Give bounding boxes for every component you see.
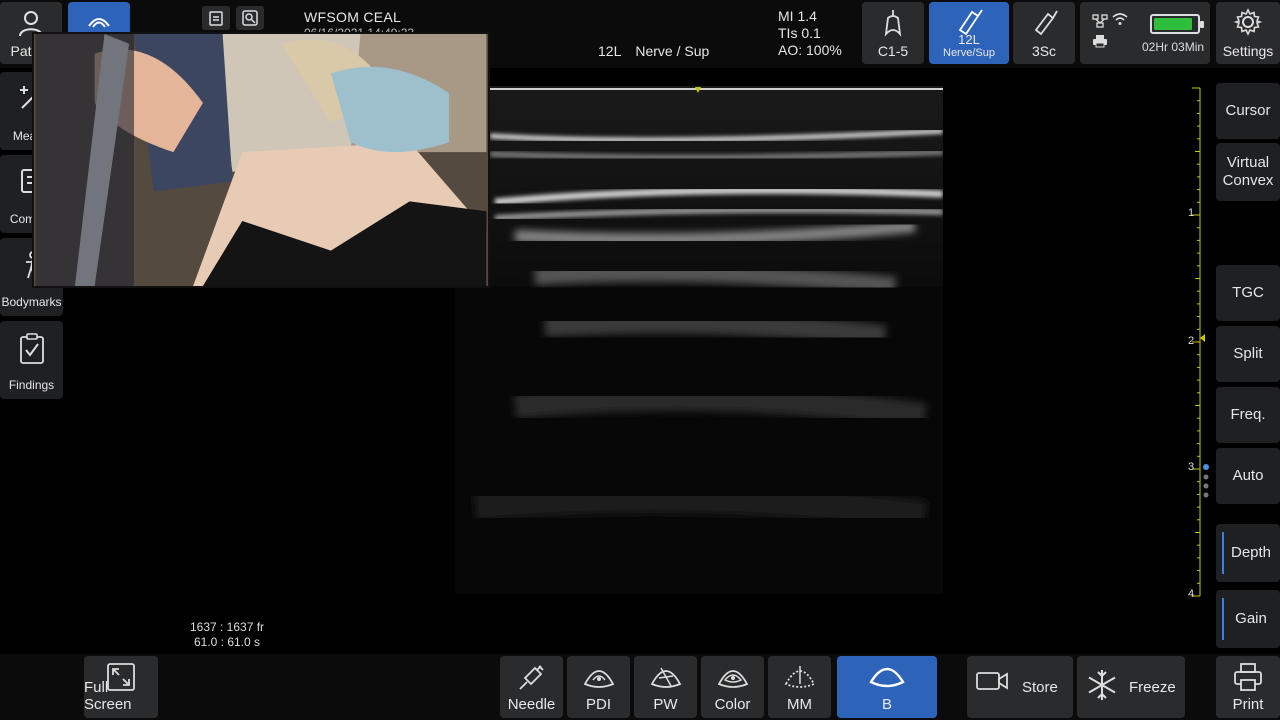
focus-marker[interactable] — [1200, 334, 1205, 342]
virtual-convex-label-2: Convex — [1222, 172, 1274, 189]
review-button[interactable] — [236, 6, 264, 30]
auto-label: Auto — [1232, 467, 1264, 484]
virtual-convex-button[interactable]: Virtual Convex — [1216, 143, 1280, 201]
linear-probe-icon — [958, 9, 983, 36]
sector-probe-icon — [1034, 10, 1058, 36]
store-label: Store — [1022, 678, 1058, 696]
findings-button[interactable]: Findings — [0, 321, 63, 399]
probe-button-12l[interactable]: 12L Nerve/Sup — [929, 2, 1009, 64]
gain-button[interactable]: Gain — [1216, 590, 1280, 648]
mode-b-button[interactable]: B — [837, 656, 937, 718]
settings-label: Settings — [1222, 43, 1274, 59]
freq-label: Freq. — [1230, 406, 1266, 423]
bottom-bar: Full Screen Needle PDI PW Color MM B Sto… — [0, 654, 1280, 720]
probe-preset-label: Nerve/Sup — [943, 47, 995, 59]
printer-icon — [1234, 663, 1262, 691]
freq-button[interactable]: Freq. — [1216, 387, 1280, 443]
color-doppler-icon — [717, 670, 748, 688]
mode-label: Needle — [507, 696, 556, 713]
gain-label: Gain — [1235, 610, 1267, 627]
camera-overlay — [32, 32, 490, 288]
pw-doppler-icon — [650, 667, 681, 688]
probe-label: 3Sc — [1031, 43, 1057, 59]
print-label: Print — [1232, 696, 1264, 713]
cursor-label: Cursor — [1225, 102, 1271, 119]
mode-label: B — [881, 696, 892, 713]
virtual-convex-label-1: Virtual — [1226, 154, 1270, 171]
mode-needle-button[interactable]: Needle — [500, 656, 563, 718]
m-mode-icon — [784, 666, 815, 688]
probe-label: C1-5 — [877, 43, 909, 59]
auto-button[interactable]: Auto — [1216, 448, 1280, 504]
ultrasound-image[interactable] — [455, 86, 943, 594]
clipboard-icon — [209, 11, 223, 26]
safety-indices: MI 1.4 TIs 0.1 AO: 100% — [778, 8, 842, 59]
mode-label: PDI — [585, 696, 611, 713]
settings-button[interactable]: Settings — [1216, 2, 1280, 64]
mode-pw-button[interactable]: PW — [634, 656, 697, 718]
full-screen-icon — [107, 663, 135, 691]
tis-value: TIs 0.1 — [778, 25, 821, 41]
mode-probe: 12L — [598, 43, 622, 59]
cine-frame-counter: 1637 : 1637 fr 61.0 : 61.0 s — [188, 620, 266, 650]
mode-label: MM — [787, 696, 812, 713]
network-icon — [1092, 14, 1108, 28]
battery-indicator — [1150, 14, 1204, 34]
full-screen-button[interactable]: Full Screen — [84, 656, 158, 718]
depth-label-1: 1 — [1188, 207, 1195, 219]
b-mode-icon — [869, 667, 905, 688]
frame-count: 1637 : 1637 fr — [189, 620, 265, 634]
mode-preset: Nerve / Sup — [635, 43, 710, 59]
depth-scale — [1192, 87, 1209, 597]
mode-pdi-button[interactable]: PDI — [567, 656, 630, 718]
depth-button[interactable]: Depth — [1216, 524, 1280, 582]
printer-status-icon — [1093, 35, 1107, 48]
needle-icon — [518, 665, 544, 690]
wifi-icon — [1112, 13, 1128, 25]
depth-label-2: 2 — [1188, 335, 1195, 347]
freeze-label: Freeze — [1129, 678, 1176, 696]
mode-mm-button[interactable]: MM — [768, 656, 831, 718]
tgc-label: TGC — [1232, 284, 1264, 301]
store-button[interactable]: Store — [967, 656, 1073, 718]
facility-name: WFSOM CEAL — [304, 9, 402, 25]
video-camera-icon — [976, 672, 1008, 690]
split-label: Split — [1233, 345, 1263, 362]
split-button[interactable]: Split — [1216, 326, 1280, 382]
battery-fill — [1154, 18, 1192, 30]
ao-value: AO: 100% — [778, 42, 842, 58]
probe-button-3sc[interactable]: 3Sc — [1013, 2, 1075, 64]
freeze-button[interactable]: Freeze — [1077, 656, 1185, 718]
probe-scan-icon — [88, 18, 110, 28]
mi-value: MI 1.4 — [778, 8, 817, 24]
print-button[interactable]: Print — [1216, 656, 1280, 718]
findings-icon — [19, 333, 44, 364]
depth-label-3: 3 — [1188, 461, 1195, 473]
pdi-icon — [583, 670, 614, 688]
review-search-icon — [242, 10, 258, 26]
left-rail-label: Bodymarks — [1, 295, 62, 309]
convex-probe-icon — [884, 10, 902, 37]
mode-color-button[interactable]: Color — [701, 656, 764, 718]
snowflake-icon — [1088, 670, 1116, 700]
tgc-button[interactable]: TGC — [1216, 265, 1280, 321]
cursor-button[interactable]: Cursor — [1216, 83, 1280, 139]
probe-button-c1-5[interactable]: C1-5 — [862, 2, 924, 64]
left-rail-label: Findings — [8, 378, 55, 392]
clipboard-button[interactable] — [202, 6, 230, 30]
battery-time: 02Hr 03Min — [1142, 40, 1205, 54]
gear-icon — [1234, 8, 1262, 36]
depth-label: Depth — [1230, 544, 1272, 561]
depth-label-4: 4 — [1188, 588, 1195, 600]
patient-label: Pat — [10, 43, 32, 59]
mode-readout: 12L Nerve / Sup — [598, 43, 709, 59]
cine-seconds: 61.0 : 61.0 s — [193, 635, 261, 649]
mode-label: PW — [653, 696, 678, 713]
mode-label: Color — [714, 696, 751, 713]
